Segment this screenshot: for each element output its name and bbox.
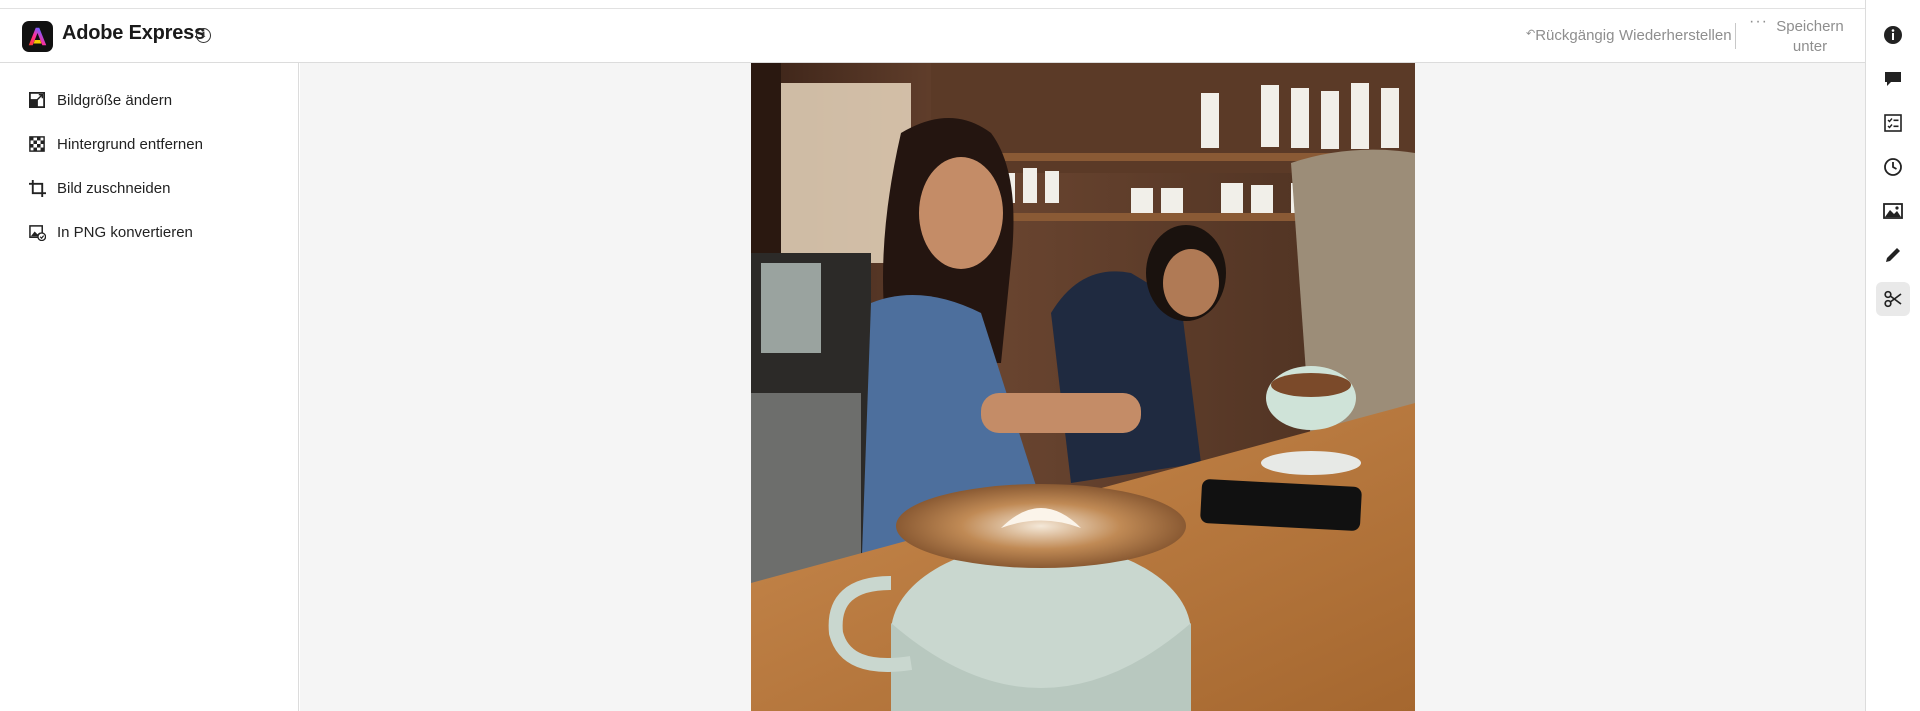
- resize-icon: [28, 91, 46, 109]
- rail-draw-button[interactable]: [1876, 238, 1910, 272]
- sidebar-item-label: Bild zuschneiden: [57, 179, 171, 197]
- quick-actions-sidebar: Bildgröße ändern Hintergrund entfernen B…: [0, 63, 299, 711]
- sidebar-item-label: In PNG konvertieren: [57, 223, 193, 241]
- sidebar-item-crop[interactable]: Bild zuschneiden: [28, 176, 170, 200]
- rail-checklist-button[interactable]: [1876, 106, 1910, 140]
- rail-quick-actions-button[interactable]: [1876, 282, 1910, 316]
- save-as-label-line1: Speichern: [1776, 18, 1844, 35]
- convert-png-icon: [28, 223, 46, 241]
- pencil-icon: [1886, 248, 1900, 262]
- save-as-button[interactable]: Speichern unter: [1770, 17, 1850, 57]
- undo-label: Rückgängig: [1535, 27, 1615, 44]
- sidebar-item-label: Bildgröße ändern: [57, 91, 173, 109]
- rail-comments-button[interactable]: [1876, 62, 1910, 96]
- adobe-express-logo[interactable]: [22, 21, 53, 52]
- header-divider: [1735, 23, 1736, 49]
- undo-arrow-icon: ↶: [1526, 28, 1536, 40]
- edited-photo[interactable]: [751, 63, 1415, 711]
- redo-button[interactable]: Wiederherstellen: [1619, 27, 1732, 44]
- checklist-icon: [1884, 114, 1902, 132]
- scissors-icon: [1884, 290, 1902, 308]
- sidebar-item-resize[interactable]: Bildgröße ändern: [28, 88, 172, 112]
- history-icon: [1884, 158, 1902, 176]
- undo-button[interactable]: ↶Rückgängig: [1526, 27, 1614, 44]
- remove-background-icon: [28, 135, 46, 153]
- sidebar-item-convert-png[interactable]: In PNG konvertieren: [28, 220, 193, 244]
- more-options-button[interactable]: ···: [1749, 13, 1768, 31]
- rail-media-button[interactable]: [1876, 194, 1910, 228]
- comment-icon: [1885, 72, 1901, 86]
- app-title: Adobe Express: [62, 22, 206, 44]
- crop-icon: [28, 179, 46, 197]
- sidebar-item-label: Hintergrund entfernen: [57, 135, 203, 153]
- right-tool-rail: [1865, 0, 1920, 711]
- info-icon: [1884, 26, 1902, 44]
- rail-info-button[interactable]: [1876, 18, 1910, 52]
- image-icon: [1883, 203, 1903, 219]
- editor-canvas: [300, 63, 1865, 711]
- rail-history-button[interactable]: [1876, 150, 1910, 184]
- browser-top-strip: [0, 0, 1920, 9]
- sidebar-item-remove-background[interactable]: Hintergrund entfernen: [28, 132, 203, 156]
- save-as-label-line2: unter: [1792, 38, 1828, 55]
- adobe-a-icon: [28, 27, 47, 46]
- info-circle-icon[interactable]: i: [196, 28, 211, 43]
- cafe-photo-illustration: [751, 63, 1415, 711]
- app-header: Adobe Express i ↶Rückgängig Wiederherste…: [0, 9, 1865, 63]
